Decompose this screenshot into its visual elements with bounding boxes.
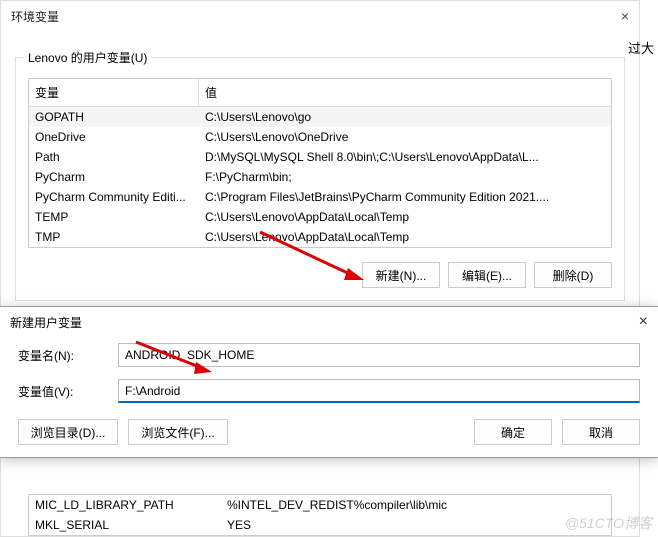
table-row[interactable]: TEMP C:\Users\Lenovo\AppData\Local\Temp <box>29 207 611 227</box>
cell-name: PyCharm Community Editi... <box>29 187 199 207</box>
user-variables-button-row: 新建(N)... 编辑(E)... 删除(D) <box>28 262 612 288</box>
new-button[interactable]: 新建(N)... <box>362 262 440 288</box>
cell-name: MIC_LD_LIBRARY_PATH <box>29 495 221 515</box>
variable-value-input[interactable] <box>118 379 640 403</box>
new-var-button-row: 浏览目录(D)... 浏览文件(F)... 确定 取消 <box>0 409 658 445</box>
browse-directory-button[interactable]: 浏览目录(D)... <box>18 419 118 445</box>
cell-value: C:\Program Files\JetBrains\PyCharm Commu… <box>199 187 611 207</box>
table-row[interactable]: GOPATH C:\Users\Lenovo\go <box>29 107 611 127</box>
side-text: 过大 <box>628 38 654 57</box>
cell-value: %INTEL_DEV_REDIST%compiler\lib\mic <box>221 495 611 515</box>
env-dialog-title: 环境变量 <box>11 8 59 25</box>
user-variables-table[interactable]: 变量 值 GOPATH C:\Users\Lenovo\go OneDrive … <box>28 78 612 248</box>
watermark: @51CTO博客 <box>565 513 652 533</box>
variable-name-input[interactable] <box>118 343 640 367</box>
cell-value: YES <box>221 515 611 535</box>
table-row[interactable]: Path D:\MySQL\MySQL Shell 8.0\bin\;C:\Us… <box>29 147 611 167</box>
delete-button[interactable]: 删除(D) <box>534 262 612 288</box>
new-var-titlebar[interactable]: 新建用户变量 × <box>0 307 658 337</box>
variable-name-row: 变量名(N): <box>0 337 658 373</box>
close-icon[interactable]: × <box>639 313 648 331</box>
new-var-title: 新建用户变量 <box>10 314 82 331</box>
browse-file-button[interactable]: 浏览文件(F)... <box>128 419 228 445</box>
col-header-value[interactable]: 值 <box>199 79 611 106</box>
cell-name: OneDrive <box>29 127 199 147</box>
cancel-button[interactable]: 取消 <box>562 419 640 445</box>
close-icon[interactable]: × <box>621 8 629 24</box>
cell-value: C:\Users\Lenovo\AppData\Local\Temp <box>199 227 611 247</box>
table-header: 变量 值 <box>29 79 611 107</box>
cell-value: C:\Users\Lenovo\OneDrive <box>199 127 611 147</box>
cell-name: Path <box>29 147 199 167</box>
system-variables-table-fragment[interactable]: MIC_LD_LIBRARY_PATH %INTEL_DEV_REDIST%co… <box>28 494 612 536</box>
cell-name: MKL_SERIAL <box>29 515 221 535</box>
table-row[interactable]: MKL_SERIAL YES <box>29 515 611 535</box>
table-row[interactable]: MIC_LD_LIBRARY_PATH %INTEL_DEV_REDIST%co… <box>29 495 611 515</box>
variable-value-label: 变量值(V): <box>18 383 118 400</box>
table-row[interactable]: PyCharm Community Editi... C:\Program Fi… <box>29 187 611 207</box>
cell-name: TMP <box>29 227 199 247</box>
new-user-variable-dialog: 新建用户变量 × 变量名(N): 变量值(V): 浏览目录(D)... 浏览文件… <box>0 306 658 458</box>
cell-name: PyCharm <box>29 167 199 187</box>
user-variables-group: Lenovo 的用户变量(U) 变量 值 GOPATH C:\Users\Len… <box>15 57 625 301</box>
variable-value-row: 变量值(V): <box>0 373 658 409</box>
cell-value: C:\Users\Lenovo\AppData\Local\Temp <box>199 207 611 227</box>
user-variables-group-label: Lenovo 的用户变量(U) <box>24 49 151 66</box>
table-row[interactable]: PyCharm F:\PyCharm\bin; <box>29 167 611 187</box>
col-header-name[interactable]: 变量 <box>29 79 199 106</box>
table-row[interactable]: TMP C:\Users\Lenovo\AppData\Local\Temp <box>29 227 611 247</box>
ok-button[interactable]: 确定 <box>474 419 552 445</box>
cell-name: TEMP <box>29 207 199 227</box>
env-dialog-titlebar[interactable]: 环境变量 × <box>1 1 639 31</box>
variable-name-label: 变量名(N): <box>18 347 118 364</box>
edit-button[interactable]: 编辑(E)... <box>448 262 526 288</box>
cell-name: GOPATH <box>29 107 199 127</box>
cell-value: F:\PyCharm\bin; <box>199 167 611 187</box>
table-row[interactable]: OneDrive C:\Users\Lenovo\OneDrive <box>29 127 611 147</box>
cell-value: D:\MySQL\MySQL Shell 8.0\bin\;C:\Users\L… <box>199 147 611 167</box>
cell-value: C:\Users\Lenovo\go <box>199 107 611 127</box>
